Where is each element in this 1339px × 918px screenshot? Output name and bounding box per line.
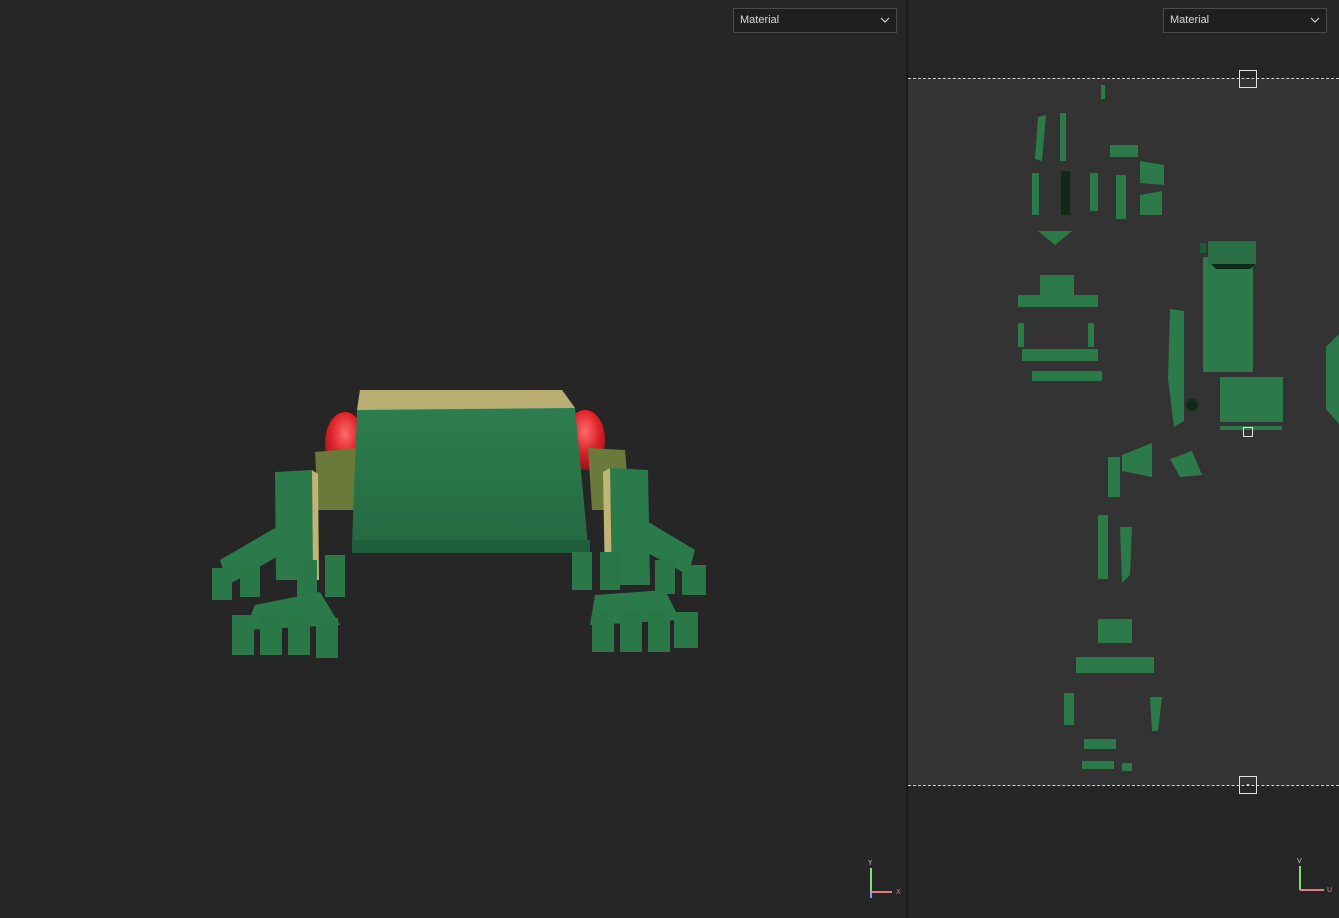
uv-transform-handle-top[interactable]	[1239, 70, 1257, 88]
uv-transform-handle-bottom[interactable]	[1239, 776, 1257, 794]
frog-model[interactable]	[200, 380, 720, 670]
axis-gizmo-icon: V U	[1297, 857, 1332, 894]
shading-mode-dropdown-uv[interactable]: Material	[1163, 8, 1327, 33]
shading-mode-dropdown-3d[interactable]: Material	[733, 8, 897, 33]
axis-v-label: V	[1297, 857, 1302, 865]
chevron-down-icon	[1310, 17, 1320, 23]
shading-mode-label: Material	[740, 14, 780, 26]
uv-islands[interactable]	[908, 79, 1339, 785]
uv-bound-bottom	[908, 785, 1339, 786]
chevron-down-icon	[880, 17, 890, 23]
shading-mode-label: Material	[1170, 14, 1210, 26]
uv-transform-pivot-handle[interactable]	[1243, 427, 1253, 437]
axis-gizmo-icon: Y X	[867, 859, 901, 898]
viewport-3d[interactable]: Material Y X	[0, 0, 906, 918]
axis-u-label: U	[1327, 886, 1332, 894]
axis-y-label: Y	[867, 859, 873, 867]
viewport-uv[interactable]: Material V U	[908, 0, 1339, 918]
axis-x-label: X	[896, 888, 901, 896]
